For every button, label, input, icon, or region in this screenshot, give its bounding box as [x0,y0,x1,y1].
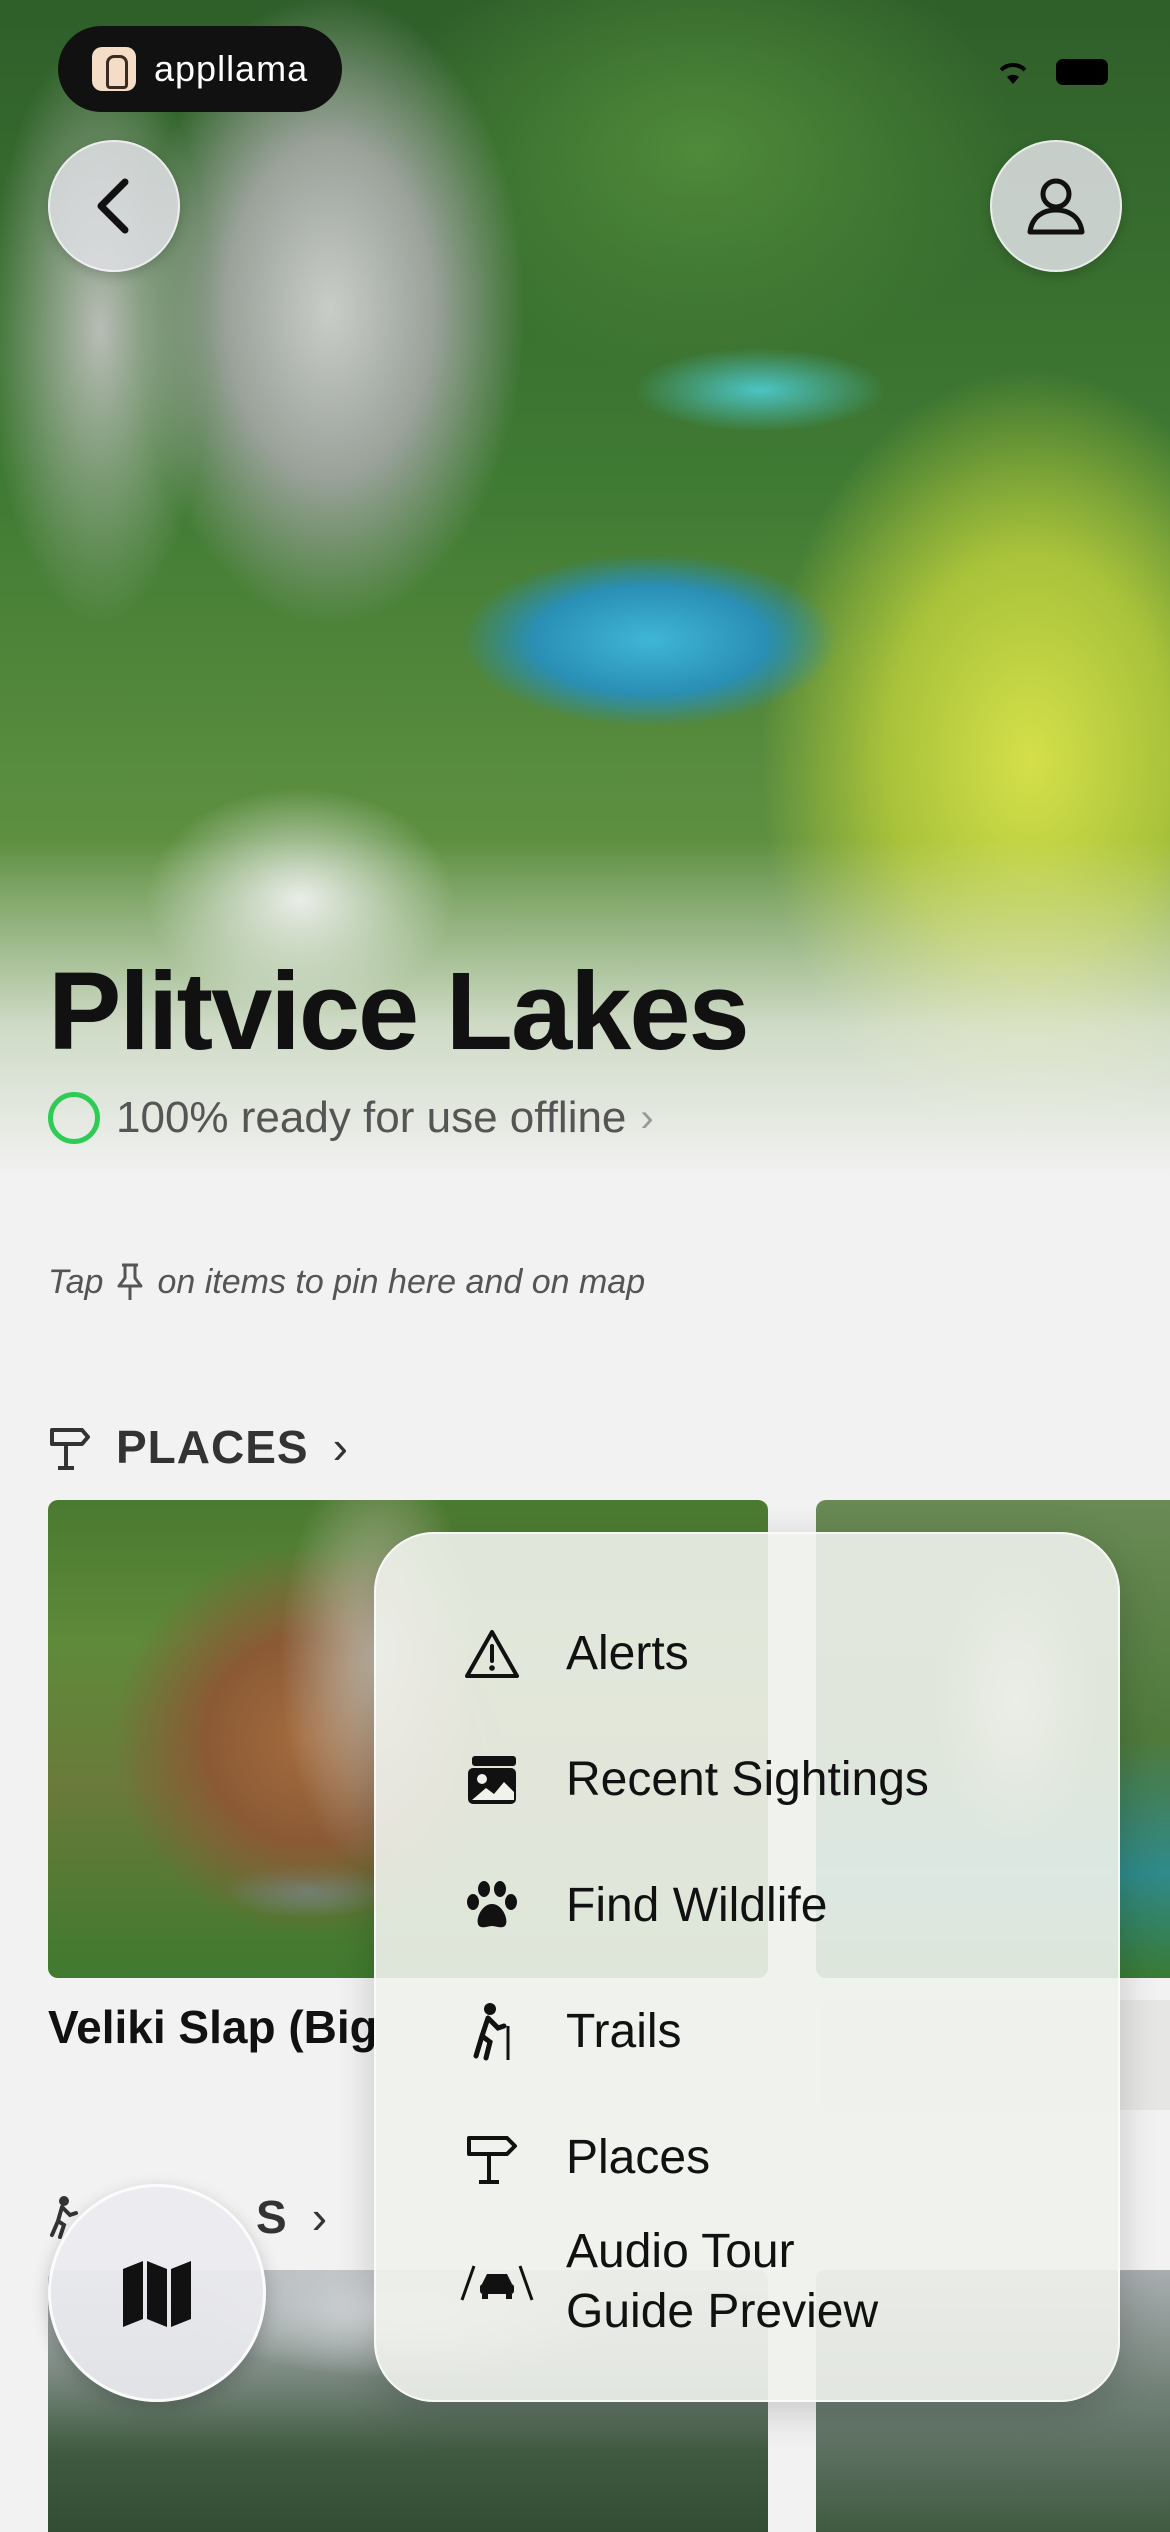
pin-icon [117,1263,143,1300]
map-button[interactable] [48,2184,266,2402]
menu-item-label: Trails [566,2005,682,2058]
trails-section-label: S [256,2191,288,2243]
status-icons [996,58,1108,86]
offline-progress-ring-icon [48,1092,100,1144]
menu-item-places[interactable]: Places [460,2126,710,2190]
places-section-label: PLACES [116,1421,309,1473]
app-badge: appllama [58,26,342,112]
hiker-icon [473,2003,510,2061]
menu-item-label: Alerts [566,1627,689,1680]
chevron-right-icon: › [640,1095,654,1140]
menu-item-recent-sightings[interactable]: Recent Sightings [460,1748,929,1812]
chevron-left-icon [97,178,129,234]
menu-item-label-line-2: Guide Preview [566,2285,879,2338]
app-badge-label: appllama [154,48,309,89]
page-title: Plitvice Lakes [48,950,750,1073]
menu-item-label: Find Wildlife [566,1879,828,1932]
llama-logo-icon [92,47,136,91]
back-button[interactable] [48,140,180,272]
chevron-right-icon: › [311,2191,328,2243]
hint-text-after: on items to pin here and on map [157,1262,646,1301]
menu-item-audio-tour[interactable]: Audio Tour Guide Preview [460,2222,878,2342]
wifi-icon [999,63,1027,84]
menu-item-find-wildlife[interactable]: Find Wildlife [460,1874,827,1938]
photo-icon [468,1756,516,1804]
pin-hint: Tap on items to pin here and on map [48,1262,645,1302]
menu-item-trails[interactable]: Trails [460,2000,682,2064]
signpost-icon [467,2136,517,2184]
offline-status-link[interactable]: 100% ready for use offline › [48,1092,654,1144]
chevron-right-icon: › [332,1421,348,1473]
offline-status-text: 100% ready for use offline [116,1093,627,1142]
menu-item-label: Recent Sightings [566,1753,929,1806]
quick-actions-menu: Alerts Recent Sightings Find Wildlife Tr… [374,1532,1120,2402]
signpost-icon [50,1428,90,1470]
map-icon [123,2261,191,2327]
places-section-header[interactable]: PLACES › [48,1420,348,1474]
car-road-icon [460,2265,534,2301]
profile-button[interactable] [990,140,1122,272]
warning-icon [465,1630,519,1678]
paw-icon [467,1881,517,1928]
menu-item-alerts[interactable]: Alerts [460,1622,689,1686]
place-card-title[interactable]: Veliki Slap (Big [48,2000,378,2054]
menu-item-label: Audio Tour [566,2225,795,2278]
hint-text-before: Tap [48,1262,104,1301]
battery-icon [1056,59,1108,85]
menu-item-label: Places [566,2131,711,2184]
person-icon [1027,178,1085,235]
